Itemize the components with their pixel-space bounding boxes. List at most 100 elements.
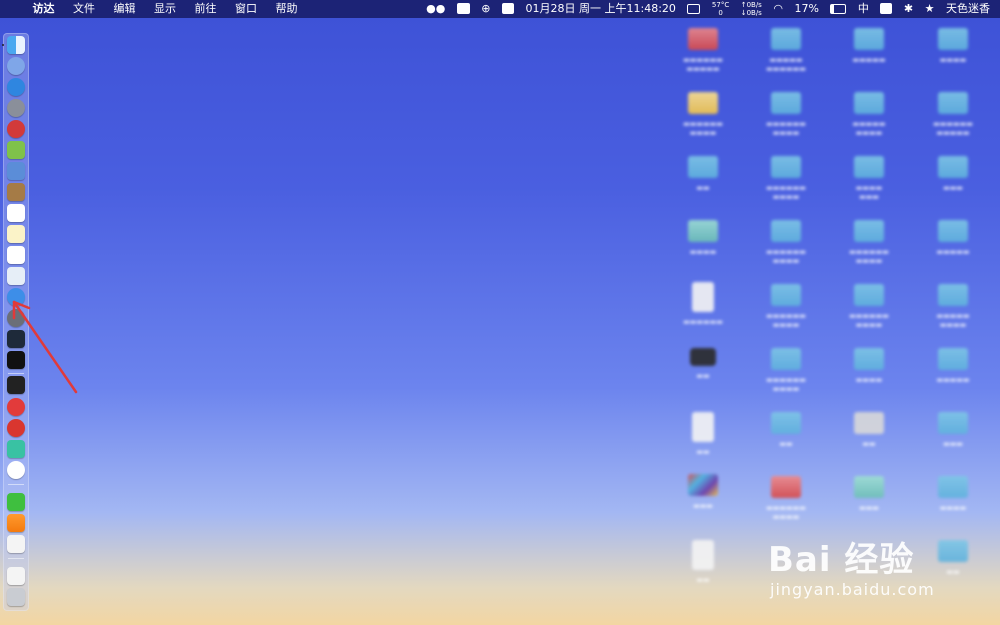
photo-tool-icon[interactable] — [7, 267, 25, 285]
contacts-icon[interactable] — [7, 183, 25, 201]
menu-bar: 访达 文件 编辑 显示 前往 窗口 帮助 ●● ⊕ 01月28日 周一 上午11… — [0, 0, 1000, 18]
bluetooth-icon[interactable]: ✱ — [904, 0, 913, 18]
android-icon[interactable] — [7, 141, 25, 159]
console-icon[interactable] — [7, 351, 25, 369]
desktop-item[interactable]: ▬▬▬▬▬▬▬▬▬▬▬ — [745, 24, 827, 84]
desktop-item[interactable]: ▬▬▬▬ — [912, 472, 994, 532]
safari-icon[interactable] — [7, 78, 25, 96]
datetime[interactable]: 01月28日 周一 上午11:48:20 — [526, 0, 676, 18]
refresh-app-icon[interactable] — [7, 440, 25, 458]
notes-icon[interactable] — [7, 225, 25, 243]
desktop-item[interactable]: ▬▬▬▬▬▬ ▬▬▬▬ — [745, 152, 827, 212]
menu-window[interactable]: 窗口 — [235, 0, 257, 18]
desktop-item[interactable]: ▬▬▬▬▬▬▬▬▬▬▬ — [912, 88, 994, 148]
desktop-item[interactable]: ▬▬▬▬▬ — [828, 24, 910, 84]
file-icon — [692, 540, 714, 570]
desktop-item[interactable]: ▬▬ — [662, 152, 744, 212]
folder-icon — [938, 220, 968, 242]
desktop-item[interactable]: ▬▬▬▬▬▬ ▬▬▬▬ — [745, 344, 827, 404]
user-name[interactable]: 天色迷香 — [946, 0, 990, 18]
desktop-item[interactable]: ▬▬▬▬▬▬ ▬▬▬▬ — [828, 280, 910, 340]
music-app-icon[interactable] — [7, 120, 25, 138]
desktop-item[interactable]: ▬▬▬▬ — [828, 344, 910, 404]
calendar-icon[interactable] — [502, 3, 515, 14]
desktop-item[interactable]: ▬▬▬▬▬ ▬▬▬▬ — [912, 280, 994, 340]
desktop-item-label: ▬▬ — [696, 372, 710, 380]
activity-monitor-icon[interactable] — [7, 330, 25, 348]
desktop-item-label: ▬▬▬▬▬ — [936, 248, 970, 256]
desktop-item-label: ▬▬▬▬▬▬ ▬▬▬▬ — [849, 312, 889, 329]
desktop-item[interactable]: ▬▬ — [662, 344, 744, 404]
vlc-icon[interactable] — [7, 514, 25, 532]
file-icon — [692, 412, 714, 442]
wifi-icon[interactable]: ◠ — [773, 0, 783, 18]
preview-icon[interactable] — [7, 162, 25, 180]
desktop-item[interactable]: ▬▬▬▬ — [662, 216, 744, 276]
desktop-item[interactable]: ▬▬▬▬ ▬▬▬ — [828, 152, 910, 212]
desktop-item[interactable]: ▬▬▬▬▬ — [912, 344, 994, 404]
desktop-item-label: ▬▬▬▬▬▬ ▬▬▬▬ — [766, 248, 806, 265]
desktop-item[interactable]: ▬▬▬▬▬▬ ▬▬▬▬ — [745, 280, 827, 340]
desktop-item[interactable]: ▬▬ — [828, 408, 910, 468]
desktop-item[interactable]: ▬▬▬▬▬▬ ▬▬▬▬ — [662, 88, 744, 148]
cpu-temp[interactable]: 57°C 0 — [712, 1, 729, 17]
menu-view[interactable]: 显示 — [154, 0, 176, 18]
terminal-icon[interactable] — [7, 376, 25, 394]
desktop-item[interactable]: ▬▬ — [662, 408, 744, 468]
battery-percent[interactable]: 17% — [794, 0, 818, 18]
menu-file[interactable]: 文件 — [73, 0, 95, 18]
desktop-item[interactable]: ▬▬▬▬▬▬ ▬▬▬▬ — [745, 472, 827, 532]
globe-icon[interactable]: ⊕ — [481, 0, 490, 18]
desktop-item[interactable]: ▬▬▬▬▬▬ — [662, 278, 744, 338]
s-app-icon[interactable] — [880, 3, 893, 14]
desktop-item[interactable]: ▬▬▬▬▬▬ ▬▬▬▬ — [745, 88, 827, 148]
desktop-item[interactable]: ▬▬▬ — [912, 152, 994, 212]
menu-edit[interactable]: 编辑 — [114, 0, 136, 18]
folder-icon — [771, 476, 801, 498]
desktop-item[interactable]: ▬▬▬ — [912, 408, 994, 468]
net-down: ↓0B/s — [740, 9, 762, 17]
vivaldi-icon[interactable] — [7, 398, 25, 416]
battery-icon[interactable] — [830, 4, 847, 14]
desktop-item-label: ▬▬▬▬▬▬ ▬▬▬▬ — [766, 120, 806, 137]
desktop-item[interactable]: ▬▬ — [745, 408, 827, 468]
desktop-item[interactable]: ▬▬ — [662, 536, 744, 596]
document-icon[interactable] — [7, 535, 25, 553]
folder-icon — [854, 284, 884, 306]
finder-icon[interactable] — [7, 36, 25, 54]
menu-help[interactable]: 帮助 — [276, 0, 298, 18]
desktop-item[interactable]: ▬▬▬▬▬ — [912, 216, 994, 276]
wechat-icon[interactable] — [7, 493, 25, 511]
chat-icon[interactable] — [456, 3, 470, 14]
network-speed[interactable]: ↑0B/s ↓0B/s — [741, 1, 762, 17]
menu-go[interactable]: 前往 — [195, 0, 217, 18]
star-icon[interactable]: ★ — [925, 0, 935, 18]
netease-music-icon[interactable] — [7, 419, 25, 437]
menu-extra-icon[interactable] — [687, 4, 701, 14]
file-icon[interactable] — [7, 567, 25, 585]
desktop-item[interactable]: ▬▬▬ — [828, 472, 910, 532]
file-icon — [692, 282, 714, 312]
dots-icon[interactable]: ●● — [426, 0, 445, 18]
dock — [2, 33, 29, 611]
trash-icon[interactable] — [7, 588, 25, 606]
system-preferences-icon[interactable] — [7, 309, 25, 327]
desktop-item[interactable]: ▬▬▬▬▬▬ ▬▬▬▬ — [828, 216, 910, 276]
desktop-item[interactable]: ▬▬▬▬▬▬▬▬▬▬▬ — [662, 24, 744, 84]
folder-icon — [688, 156, 718, 178]
desktop-item[interactable]: ▬▬▬▬▬▬ ▬▬▬▬ — [745, 216, 827, 276]
desktop-item[interactable]: ▬▬▬▬▬ ▬▬▬▬ — [828, 88, 910, 148]
folder-icon — [854, 156, 884, 178]
calendar-app-icon[interactable] — [7, 204, 25, 222]
yandex-icon[interactable] — [7, 461, 25, 479]
app-menu-finder[interactable]: 访达 — [33, 0, 55, 18]
desktop-item-label: ▬▬▬▬▬ ▬▬▬▬ — [852, 120, 886, 137]
net-up: ↑0B/s — [740, 1, 762, 9]
launchpad-icon[interactable] — [7, 99, 25, 117]
app-store-icon[interactable] — [7, 288, 25, 306]
reminders-icon[interactable] — [7, 246, 25, 264]
desktop-item[interactable]: ▬▬▬ — [662, 470, 744, 530]
globe-app-icon[interactable] — [7, 57, 25, 75]
desktop-item[interactable]: ▬▬▬▬ — [912, 24, 994, 84]
input-method[interactable]: 中 — [858, 0, 869, 18]
